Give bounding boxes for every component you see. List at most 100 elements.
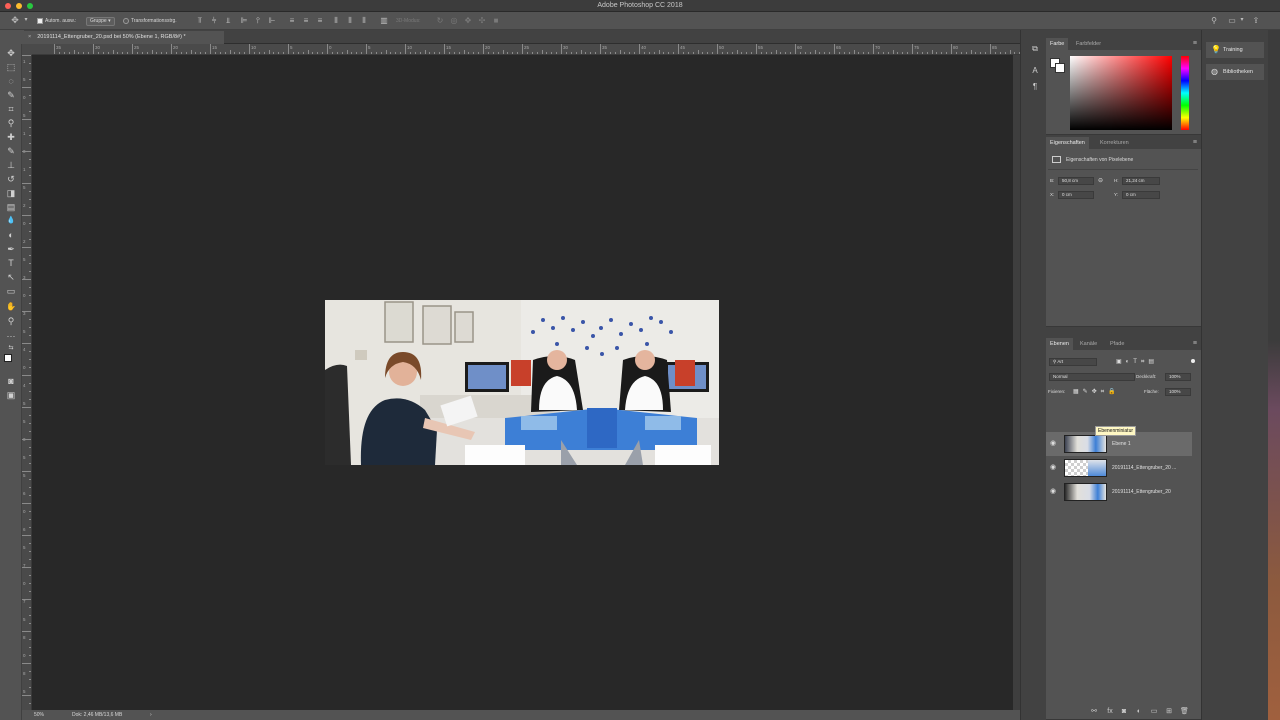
foreground-color-swatch[interactable] bbox=[4, 354, 12, 362]
chevron-down-icon[interactable]: ▾ bbox=[22, 16, 30, 25]
3d-slide-icon[interactable]: ✣ bbox=[478, 16, 486, 25]
link-dimensions-icon[interactable]: ⊖ bbox=[1098, 177, 1103, 185]
layer-style-icon[interactable]: fx bbox=[1106, 708, 1114, 716]
background-color-chip[interactable] bbox=[1055, 63, 1065, 73]
visibility-eye-icon[interactable]: ◉ bbox=[1050, 464, 1056, 472]
panel-menu-icon[interactable]: ≡ bbox=[1193, 139, 1197, 147]
distribute-left-icon[interactable]: ⦀ bbox=[332, 16, 340, 25]
tab-adjustments[interactable]: Korrekturen bbox=[1096, 137, 1133, 149]
character-panel-icon[interactable]: A bbox=[1030, 66, 1040, 76]
history-panel-icon[interactable]: ⧉ bbox=[1030, 44, 1040, 54]
brush-tool-icon[interactable]: ✎ bbox=[5, 145, 17, 157]
search-icon[interactable]: ⚲ bbox=[1210, 16, 1218, 25]
hue-slider[interactable] bbox=[1181, 56, 1189, 130]
visibility-eye-icon[interactable]: ◉ bbox=[1050, 440, 1056, 448]
tab-layers[interactable]: Ebenen bbox=[1046, 338, 1073, 350]
share-icon[interactable]: ⇪ bbox=[1252, 16, 1260, 25]
gradient-tool-icon[interactable]: ▤ bbox=[5, 201, 17, 213]
eraser-tool-icon[interactable]: ◨ bbox=[5, 187, 17, 199]
tab-color[interactable]: Farbe bbox=[1046, 38, 1069, 50]
layer-name[interactable]: 20191114_Ettengruber_20 ... bbox=[1112, 456, 1176, 480]
lasso-tool-icon[interactable]: ◌ bbox=[5, 75, 17, 87]
align-right-icon[interactable]: ⊩ bbox=[268, 16, 276, 25]
move-tool-icon[interactable]: ✥ bbox=[5, 47, 17, 59]
distribute-hcenter-icon[interactable]: ⦀ bbox=[346, 16, 354, 25]
tab-paths[interactable]: Pfade bbox=[1106, 338, 1128, 350]
auto-select-checkbox[interactable] bbox=[37, 17, 43, 24]
workspace-icon[interactable]: ▭ bbox=[1228, 16, 1236, 25]
align-top-icon[interactable]: ⫪ bbox=[196, 16, 204, 25]
filter-toggle-icon[interactable] bbox=[1191, 359, 1195, 363]
align-hcenter-icon[interactable]: ⫯ bbox=[254, 16, 262, 25]
blend-mode-dropdown[interactable]: Normal bbox=[1049, 373, 1135, 381]
auto-select-dropdown[interactable]: Gruppe ▾ bbox=[86, 16, 115, 26]
eyedropper-tool-icon[interactable]: ⚲ bbox=[5, 117, 17, 129]
distribute-top-icon[interactable]: ≡ bbox=[288, 16, 296, 25]
libraries-tab[interactable]: ◍ Bibliotheken bbox=[1206, 64, 1264, 80]
marquee-tool-icon[interactable]: ⬚ bbox=[5, 61, 17, 73]
new-group-icon[interactable]: ▭ bbox=[1150, 708, 1158, 716]
visibility-eye-icon[interactable]: ◉ bbox=[1050, 488, 1056, 496]
layer-thumbnail[interactable] bbox=[1064, 435, 1107, 453]
panel-menu-icon[interactable]: ≡ bbox=[1193, 340, 1197, 348]
3d-drag-icon[interactable]: ✥ bbox=[464, 16, 472, 25]
lock-icons[interactable]: ▦✎✥⌗🔒 bbox=[1073, 388, 1120, 396]
align-bottom-icon[interactable]: ⫫ bbox=[224, 16, 232, 25]
healing-brush-tool-icon[interactable]: ✚ bbox=[5, 131, 17, 143]
paragraph-panel-icon[interactable]: ¶ bbox=[1030, 82, 1040, 92]
zoom-level[interactable]: 50% bbox=[34, 710, 44, 720]
tab-properties[interactable]: Eigenschaften bbox=[1046, 137, 1089, 149]
layer-name[interactable]: 20191114_Ettengruber_20 bbox=[1112, 480, 1171, 504]
layer-row[interactable]: ◉ 20191114_Ettengruber_20 ... bbox=[1046, 456, 1192, 480]
screen-mode-icon[interactable]: ▣ bbox=[5, 389, 17, 401]
blur-tool-icon[interactable]: 💧 bbox=[5, 215, 17, 227]
tab-channels[interactable]: Kanäle bbox=[1076, 338, 1101, 350]
document-tab[interactable]: × 20191114_Ettengruber_20.psd bei 50% (Eb… bbox=[24, 31, 224, 44]
align-left-icon[interactable]: ⊫ bbox=[240, 16, 248, 25]
tab-swatches[interactable]: Farbfelder bbox=[1072, 38, 1105, 50]
fill-field[interactable]: 100% bbox=[1165, 388, 1191, 396]
move-tool-icon[interactable]: ✥ bbox=[11, 16, 19, 25]
clone-stamp-tool-icon[interactable]: ⊥ bbox=[5, 159, 17, 171]
type-tool-icon[interactable]: T bbox=[5, 257, 17, 269]
path-selection-tool-icon[interactable]: ↖ bbox=[5, 271, 17, 283]
workspace-chevron-icon[interactable]: ▾ bbox=[1238, 16, 1246, 25]
x-field[interactable]: 0 cm bbox=[1058, 191, 1094, 199]
layer-row[interactable]: ◉ 20191114_Ettengruber_20 bbox=[1046, 480, 1192, 504]
link-layers-icon[interactable]: ⚯ bbox=[1090, 708, 1098, 716]
pen-tool-icon[interactable]: ✒ bbox=[5, 243, 17, 255]
distribute-vcenter-icon[interactable]: ≡ bbox=[302, 16, 310, 25]
trash-icon[interactable]: 🗑 bbox=[1180, 708, 1189, 716]
close-tab-icon[interactable]: × bbox=[28, 34, 31, 40]
transform-controls-checkbox-group[interactable]: Transformationsstrg. bbox=[123, 16, 177, 26]
layer-thumbnail[interactable] bbox=[1064, 459, 1107, 477]
quick-select-tool-icon[interactable]: ✎ bbox=[5, 89, 17, 101]
distribute-bottom-icon[interactable]: ≡ bbox=[316, 16, 324, 25]
auto-select-checkbox-group[interactable]: Autom. ausw.: bbox=[37, 16, 76, 26]
hand-tool-icon[interactable]: ✋ bbox=[5, 301, 17, 313]
layer-filter-icons[interactable]: ▣◐T⌗▤ bbox=[1116, 358, 1158, 366]
zoom-tool-icon[interactable]: ⚲ bbox=[5, 315, 17, 327]
3d-roll-icon[interactable]: ◎ bbox=[450, 16, 458, 25]
shape-tool-icon[interactable]: ▭ bbox=[5, 285, 17, 297]
dodge-tool-icon[interactable]: ◐ bbox=[5, 229, 17, 241]
more-tools-icon[interactable]: ··· bbox=[5, 330, 17, 342]
align-vcenter-icon[interactable]: ⫩ bbox=[210, 16, 218, 25]
3d-scale-icon[interactable]: ■ bbox=[492, 16, 500, 25]
adjustment-layer-icon[interactable]: ◐ bbox=[1135, 708, 1143, 716]
layer-filter-dropdown[interactable]: ⚲ Art bbox=[1049, 358, 1097, 366]
opacity-field[interactable]: 100% bbox=[1165, 373, 1191, 381]
transform-controls-checkbox[interactable] bbox=[123, 17, 129, 24]
crop-tool-icon[interactable]: ⌗ bbox=[5, 103, 17, 115]
distribute-right-icon[interactable]: ⦀ bbox=[360, 16, 368, 25]
y-field[interactable]: 0 cm bbox=[1122, 191, 1160, 199]
auto-align-icon[interactable]: ▥ bbox=[380, 16, 388, 25]
swap-colors-icon[interactable]: ⇆ bbox=[5, 342, 17, 354]
history-brush-tool-icon[interactable]: ↺ bbox=[5, 173, 17, 185]
color-spectrum-field[interactable] bbox=[1070, 56, 1172, 130]
panel-menu-icon[interactable]: ≡ bbox=[1193, 40, 1197, 48]
quick-mask-icon[interactable]: ◙ bbox=[5, 375, 17, 387]
status-menu-arrow-icon[interactable]: › bbox=[150, 710, 152, 720]
training-tab[interactable]: 💡 Training bbox=[1206, 42, 1264, 58]
new-layer-icon[interactable]: ⊞ bbox=[1165, 708, 1173, 716]
